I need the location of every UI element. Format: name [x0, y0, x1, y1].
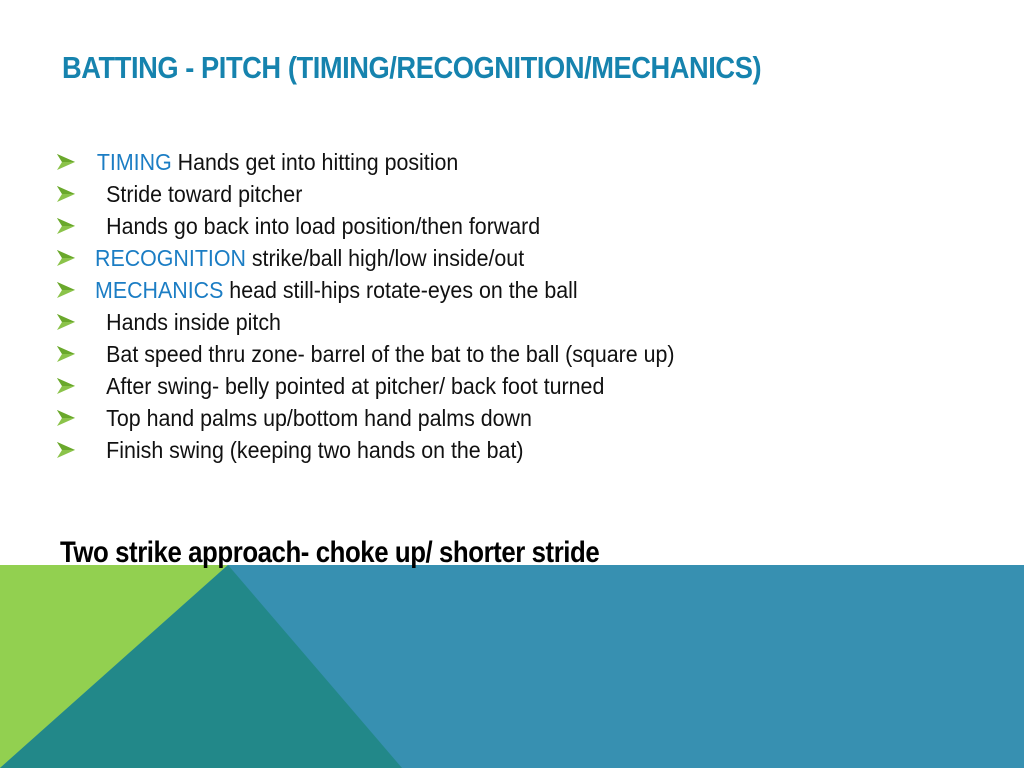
bullet-keyword: TIMING	[96, 148, 172, 175]
arrow-bullet-icon	[57, 378, 75, 394]
bullet-text: Finish swing (keeping two hands on the b…	[106, 436, 524, 463]
arrow-bullet-icon	[57, 282, 75, 298]
bullet-text: Top hand palms up/bottom hand palms down	[106, 404, 532, 431]
bullet-text: Hands get into hitting position	[171, 148, 459, 175]
decorative-footer-band	[0, 565, 1024, 768]
bullet-item: After swing- belly pointed at pitcher/ b…	[55, 370, 718, 402]
arrow-bullet-icon	[57, 218, 75, 234]
bullet-list: TIMING Hands get into hitting position S…	[55, 146, 718, 466]
arrow-bullet-icon	[57, 314, 75, 330]
bullet-keyword: MECHANICS	[95, 276, 224, 303]
bullet-item: Finish swing (keeping two hands on the b…	[55, 434, 718, 466]
bullet-item: Hands go back into load position/then fo…	[55, 210, 718, 242]
bullet-text: strike/ball high/low inside/out	[245, 244, 525, 271]
arrow-bullet-icon	[57, 186, 75, 202]
arrow-bullet-icon	[57, 410, 75, 426]
bullet-text: After swing- belly pointed at pitcher/ b…	[106, 372, 605, 399]
bullet-text: Stride toward pitcher	[106, 180, 303, 207]
bullet-text: head still-hips rotate-eyes on the ball	[223, 276, 578, 303]
bullet-item: Stride toward pitcher	[55, 178, 718, 210]
bullet-keyword: RECOGNITION	[95, 244, 246, 271]
bullet-item: Bat speed thru zone- barrel of the bat t…	[55, 338, 718, 370]
arrow-bullet-icon	[57, 154, 75, 170]
bullet-item: Hands inside pitch	[55, 306, 718, 338]
arrow-bullet-icon	[57, 442, 75, 458]
bullet-item: MECHANICS head still-hips rotate-eyes on…	[55, 274, 718, 306]
bullet-item: TIMING Hands get into hitting position	[55, 146, 718, 178]
two-strike-note: Two strike approach- choke up/ shorter s…	[60, 536, 600, 569]
bullet-text: Hands inside pitch	[106, 308, 281, 335]
bullet-item: Top hand palms up/bottom hand palms down	[55, 402, 718, 434]
slide-title: BATTING - PITCH (TIMING/RECOGNITION/MECH…	[62, 50, 762, 85]
arrow-bullet-icon	[57, 346, 75, 362]
bullet-text: Bat speed thru zone- barrel of the bat t…	[106, 340, 675, 367]
bullet-text: Hands go back into load position/then fo…	[106, 212, 541, 239]
arrow-bullet-icon	[57, 250, 75, 266]
bullet-item: RECOGNITION strike/ball high/low inside/…	[55, 242, 718, 274]
